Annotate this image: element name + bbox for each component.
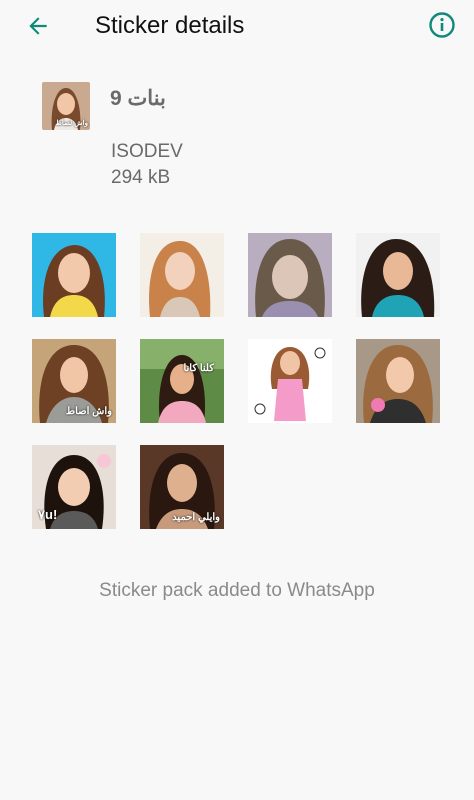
status-message: Sticker pack added to WhatsApp [99, 580, 375, 601]
pack-name: بنات 9 [110, 87, 166, 110]
pack-tray-icon: واش لصاط [42, 82, 90, 130]
page-title: Sticker details [95, 12, 245, 39]
arrow-left-icon [29, 17, 47, 35]
sticker-caption: !٧u [38, 507, 58, 522]
pack-size: 294 kB [111, 167, 171, 188]
sticker-5[interactable]: واش اصاط [32, 339, 116, 423]
sticker-9[interactable]: !٧u [32, 445, 116, 529]
sticker-1[interactable] [32, 233, 116, 317]
sticker-caption: واش اصاط [65, 406, 112, 417]
info-circle-icon [429, 12, 455, 38]
sticker-4[interactable] [356, 233, 440, 317]
sticker-6[interactable]: كلنا كانا [140, 339, 224, 423]
sticker-2[interactable] [140, 233, 224, 317]
pack-icon-caption: واش لصاط [55, 120, 88, 127]
sticker-8[interactable] [356, 339, 440, 423]
sticker-caption: وايلي احميد [172, 512, 220, 523]
info-button[interactable] [428, 11, 456, 39]
back-button[interactable] [22, 10, 54, 42]
sticker-7[interactable] [248, 339, 332, 423]
pack-publisher: ISODEV [111, 141, 183, 162]
sticker-caption: كلنا كانا [183, 363, 214, 374]
sticker-3[interactable] [248, 233, 332, 317]
app-bar: Sticker details [0, 0, 474, 54]
sticker-10[interactable]: وايلي احميد [140, 445, 224, 529]
